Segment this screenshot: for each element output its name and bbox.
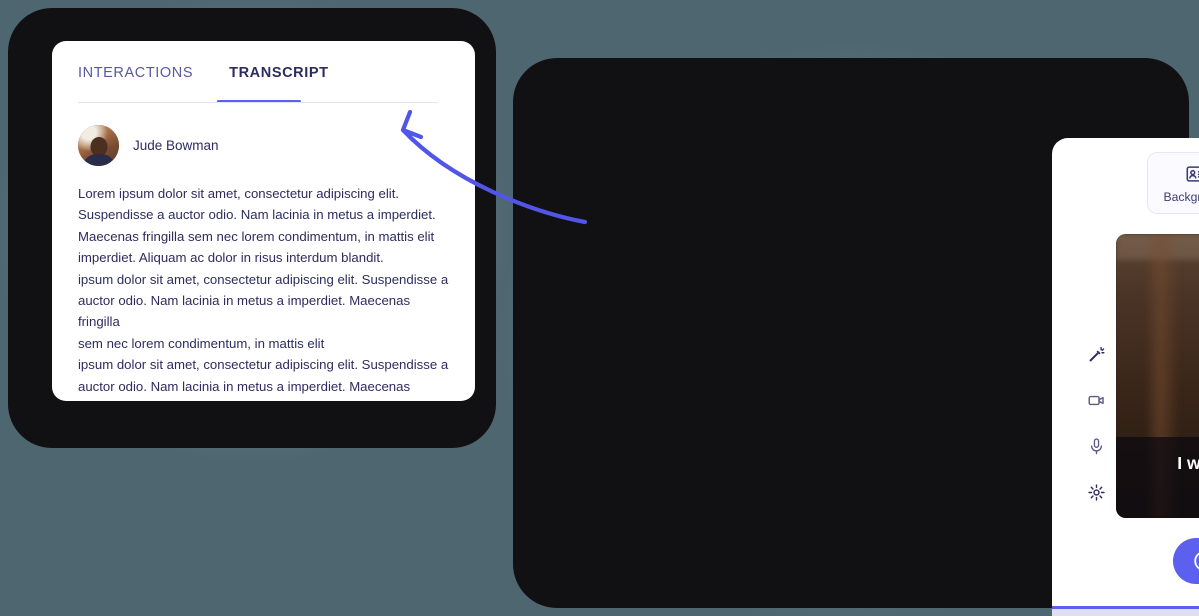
- mode-label: Background: [1163, 189, 1199, 204]
- microphone-icon: [1090, 437, 1102, 454]
- transcript-text: Lorem ipsum dolor sit amet, consectetur …: [78, 183, 451, 401]
- settings-tool-button[interactable]: [1085, 481, 1107, 503]
- id-card-icon: [1186, 165, 1199, 182]
- studio-device-frame: Background Share screen Webcam Only: [497, 42, 1199, 616]
- caption-text: I will guide you step by step in the inv…: [1177, 453, 1199, 473]
- start-recording-button[interactable]: Start recording: [1172, 538, 1199, 584]
- transcript-line: auctor odio. Nam lacinia in metus a impe…: [78, 378, 411, 401]
- tab-transcript[interactable]: TRANSCRIPT: [229, 65, 328, 92]
- transcript-line: Maecenas fringilla sem nec lorem condime…: [78, 228, 435, 244]
- studio-footer-strip: [1052, 609, 1199, 616]
- transcript-line: Lorem ipsum dolor sit amet, consectetur …: [78, 186, 400, 201]
- tab-interactions[interactable]: INTERACTIONS: [78, 65, 193, 92]
- transcript-card: INTERACTIONS TRANSCRIPT Jude Bowman Lore…: [52, 41, 475, 401]
- video-camera-icon: [1088, 395, 1104, 405]
- transcript-line: ipsum dolor sit amet, consectetur adipis…: [78, 357, 449, 373]
- mode-button-background[interactable]: Background: [1147, 152, 1199, 214]
- gear-icon: [1087, 483, 1105, 501]
- video-preview-stage[interactable]: I will guide you step by step in the inv…: [1116, 234, 1199, 518]
- speaker-name: Jude Bowman: [133, 138, 219, 153]
- studio-action-bar: Start recording PREVIEW: [1052, 538, 1199, 584]
- capture-mode-toolbar: Background Share screen Webcam Only: [1052, 138, 1199, 214]
- transcript-line: imperdiet. Aliquam ac dolor in risus int…: [78, 250, 384, 266]
- camera-tool-button[interactable]: [1085, 389, 1107, 411]
- studio-card: Background Share screen Webcam Only: [1052, 138, 1199, 616]
- transcript-line: Suspendisse a auctor odio. Nam lacinia i…: [78, 207, 436, 223]
- magic-wand-tool-button[interactable]: [1085, 343, 1107, 365]
- transcript-line: ipsum dolor sit amet, consectetur adipis…: [78, 271, 449, 287]
- transcript-line: auctor odio. Nam lacinia in metus a impe…: [78, 293, 411, 330]
- speaker-row: Jude Bowman: [78, 125, 451, 166]
- record-circle-icon: [1193, 552, 1199, 570]
- transcript-device-frame: INTERACTIONS TRANSCRIPT Jude Bowman Lore…: [0, 0, 512, 464]
- transcript-line: sem nec lorem condimentum, in mattis eli…: [78, 335, 325, 351]
- microphone-tool-button[interactable]: [1085, 435, 1107, 457]
- avatar: [78, 125, 119, 166]
- caption-overlay: I will guide you step by step in the inv…: [1116, 437, 1199, 518]
- transcript-tabs: INTERACTIONS TRANSCRIPT: [78, 65, 451, 103]
- magic-wand-icon: [1089, 346, 1104, 361]
- video-tools-sidebar: [1085, 343, 1107, 503]
